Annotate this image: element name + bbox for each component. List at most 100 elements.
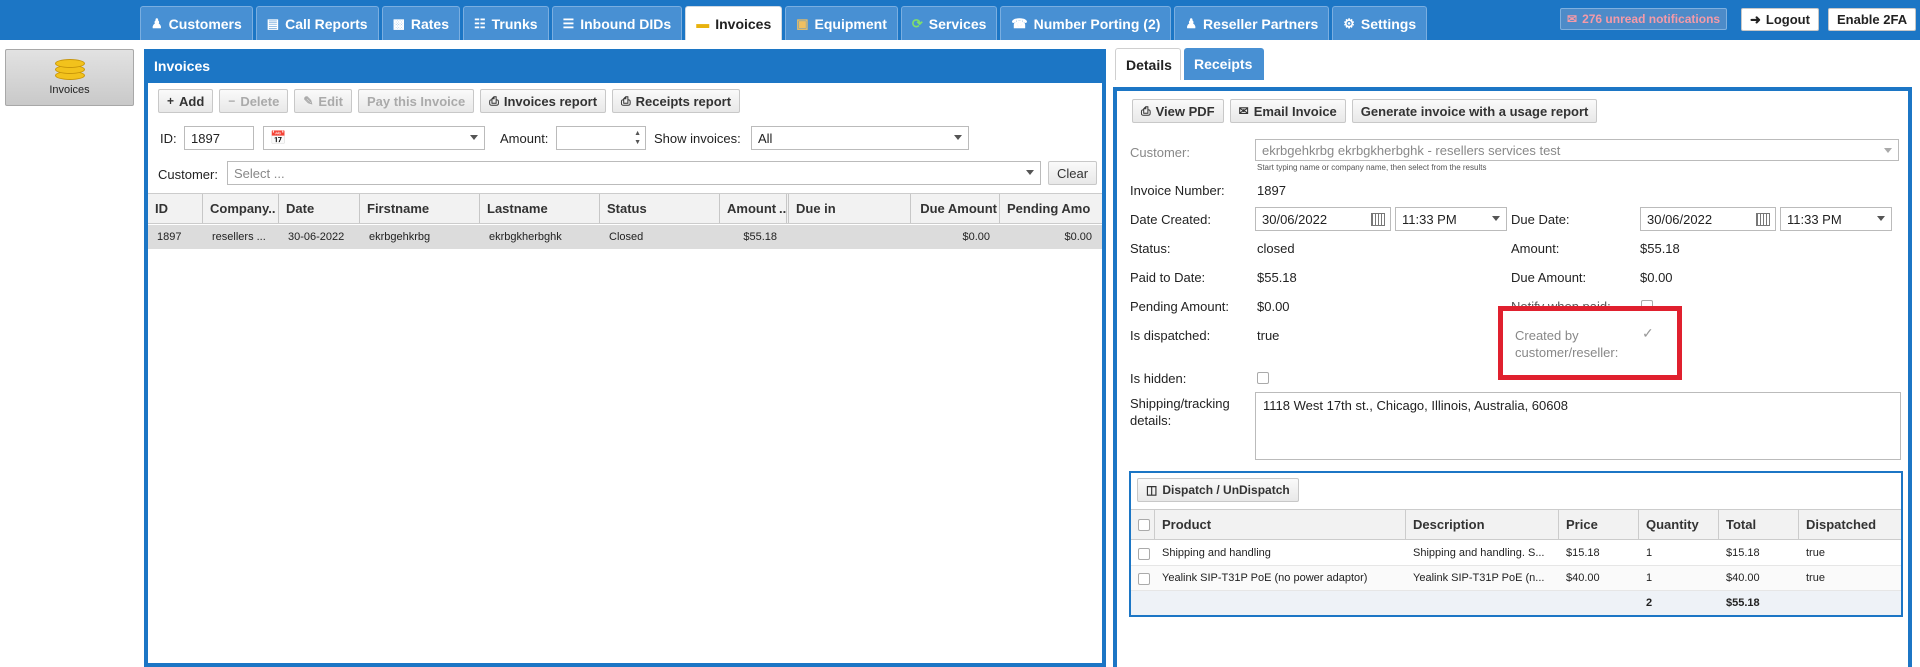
logout-icon: ➜ — [1750, 11, 1761, 27]
chevron-down-icon — [470, 135, 478, 140]
id-input[interactable]: 1897 — [184, 126, 254, 150]
row-checkbox[interactable] — [1138, 548, 1150, 560]
due-date-input[interactable]: 30/06/2022 — [1640, 207, 1776, 231]
tab-reseller-partners[interactable]: ♟ Reseller Partners — [1174, 6, 1330, 40]
cell-firstname: ekrbgehkrbg — [369, 231, 431, 243]
box-icon: ▣ — [796, 15, 809, 31]
mail-icon: ✉ — [1238, 104, 1249, 118]
add-button[interactable]: + Add — [158, 89, 214, 113]
time-created-select[interactable]: 11:33 PM — [1395, 207, 1507, 231]
amount-input[interactable]: ▲ ▼ — [556, 126, 646, 150]
is-hidden-checkbox[interactable] — [1257, 372, 1269, 384]
calendar-icon[interactable] — [1371, 213, 1385, 226]
tab-customers[interactable]: ♟ Customers — [140, 6, 253, 40]
add-label: Add — [179, 93, 205, 109]
calendar-icon[interactable] — [1756, 213, 1770, 226]
checkmark-icon[interactable]: ✓ — [1642, 325, 1654, 342]
due-time-value: 11:33 PM — [1787, 211, 1842, 227]
show-invoices-select[interactable]: All — [751, 126, 969, 150]
column-header[interactable]: ID — [148, 194, 203, 223]
invoices-toolbar: + Add − Delete ✎ Edit Pay this Invoice ⎙ Inv… — [158, 89, 741, 113]
column-header[interactable]: Product — [1155, 510, 1406, 540]
table-row[interactable]: Shipping and handling Shipping and handl… — [1131, 541, 1901, 566]
pay-invoice-button[interactable]: Pay this Invoice — [357, 89, 475, 113]
due-time-select[interactable]: 11:33 PM — [1780, 207, 1892, 231]
products-header: Product Description Price Quantity Total… — [1131, 509, 1901, 540]
tab-trunks[interactable]: ☷ Trunks — [463, 6, 549, 40]
main-tabs: ♟ Customers ▤ Call Reports ▩ Rates ☷ Trunks … — [140, 6, 1430, 40]
tab-details[interactable]: Details — [1115, 48, 1181, 80]
tab-settings[interactable]: ⚙ Settings — [1332, 6, 1428, 40]
did-icon: ☰ — [562, 15, 575, 31]
tab-invoices[interactable]: ▬ Invoices — [685, 6, 783, 40]
email-invoice-button[interactable]: ✉ Email Invoice — [1229, 99, 1346, 123]
generate-usage-report-button[interactable]: Generate invoice with a usage report — [1351, 99, 1598, 123]
cell-product: Yealink SIP-T31P PoE (no power adaptor) — [1162, 572, 1368, 584]
column-header[interactable]: Firstname — [360, 194, 480, 223]
date-filter-select[interactable]: 📅 — [263, 126, 485, 150]
plus-icon: + — [167, 94, 175, 108]
tab-rates[interactable]: ▩ Rates — [381, 6, 460, 40]
column-header[interactable]: Description — [1406, 510, 1559, 540]
minus-icon: − — [228, 94, 236, 108]
tab-call-reports[interactable]: ▤ Call Reports — [255, 6, 379, 40]
column-header[interactable]: Due Amount — [911, 194, 1000, 223]
shipping-textarea[interactable]: 1118 West 17th st., Chicago, Illinois, A… — [1255, 392, 1901, 460]
clear-button[interactable]: Clear — [1048, 161, 1098, 185]
dispatch-toggle-label: Dispatch / UnDispatch — [1162, 483, 1290, 497]
cell-lastname: ekrbgkherbghk — [489, 231, 562, 243]
amount-label: Amount: — [1511, 241, 1560, 256]
tab-number-porting[interactable]: ☎ Number Porting (2) — [1000, 6, 1172, 40]
invoice-number-value: 1897 — [1257, 183, 1286, 198]
chevron-down-icon — [1884, 148, 1892, 153]
invoices-report-button[interactable]: ⎙ Invoices report — [480, 89, 607, 113]
tab-label: Equipment — [814, 15, 887, 32]
spinner-icon[interactable]: ▲ ▼ — [634, 129, 641, 147]
receipts-report-label: Receipts report — [635, 93, 732, 109]
enable-2fa-button[interactable]: Enable 2FA — [1828, 8, 1917, 31]
column-header[interactable]: Due in — [789, 194, 911, 223]
tab-equipment[interactable]: ▣ Equipment — [785, 6, 898, 40]
logout-button[interactable]: ➜ Logout — [1741, 8, 1819, 31]
column-header[interactable]: Lastname — [480, 194, 600, 223]
notifications-badge[interactable]: ✉ 276 unread notifications — [1560, 8, 1728, 30]
column-header[interactable]: Total — [1719, 510, 1799, 540]
dispatch-toggle-button[interactable]: ◫ Dispatch / UnDispatch — [1137, 478, 1299, 502]
summary-total: $55.18 — [1726, 597, 1760, 609]
column-header[interactable]: Status — [600, 194, 720, 223]
delete-button[interactable]: − Delete — [219, 89, 289, 113]
cell-id: 1897 — [157, 231, 182, 243]
column-header[interactable]: Amount — [720, 194, 787, 223]
receipts-report-button[interactable]: ⎙ Receipts report — [612, 89, 741, 113]
pay-invoice-label: Pay this Invoice — [366, 93, 466, 109]
column-header[interactable]: Quantity — [1639, 510, 1719, 540]
edit-button[interactable]: ✎ Edit — [294, 89, 352, 113]
cell-description: Shipping and handling. S... — [1413, 547, 1545, 559]
tab-inbound-dids[interactable]: ☰ Inbound DIDs — [551, 6, 683, 40]
services-icon: ⟳ — [911, 15, 923, 31]
view-pdf-button[interactable]: ⎙ View PDF — [1132, 99, 1224, 123]
customer-select[interactable]: ekrbgehkrbg ekrbgkherbghk - resellers se… — [1255, 139, 1899, 161]
column-header[interactable]: .. — [779, 194, 789, 223]
tab-receipts[interactable]: Receipts — [1184, 48, 1264, 80]
date-created-value: 30/06/2022 — [1262, 211, 1328, 227]
column-header[interactable]: Dispatched — [1799, 510, 1901, 540]
is-hidden-label: Is hidden: — [1130, 371, 1187, 386]
tab-label: Receipts — [1194, 56, 1253, 72]
sidebar-item-invoices[interactable]: Invoices — [5, 49, 134, 106]
table-row[interactable]: Yealink SIP-T31P PoE (no power adaptor) … — [1131, 566, 1901, 591]
created-by-label: Created by customer/reseller: — [1515, 328, 1619, 360]
column-header[interactable]: Price — [1559, 510, 1639, 540]
table-row[interactable]: 1897 resellers ... 30-06-2022 ekrbgehkrb… — [148, 225, 1102, 249]
date-created-input[interactable]: 30/06/2022 — [1255, 207, 1391, 231]
column-header[interactable]: Date — [279, 194, 360, 223]
row-checkbox[interactable] — [1138, 573, 1150, 585]
customer-filter-select[interactable]: Select ... — [227, 161, 1041, 185]
calendar-icon: 📅 — [270, 130, 287, 145]
customer-value: ekrbgehkrbg ekrbgkherbghk - resellers se… — [1262, 142, 1561, 158]
tab-label: Services — [928, 15, 987, 32]
status-value: closed — [1257, 241, 1295, 256]
column-header[interactable]: Company.. — [203, 194, 279, 223]
tab-services[interactable]: ⟳ Services — [900, 6, 998, 40]
column-header[interactable]: Pending Amo — [1000, 194, 1102, 223]
